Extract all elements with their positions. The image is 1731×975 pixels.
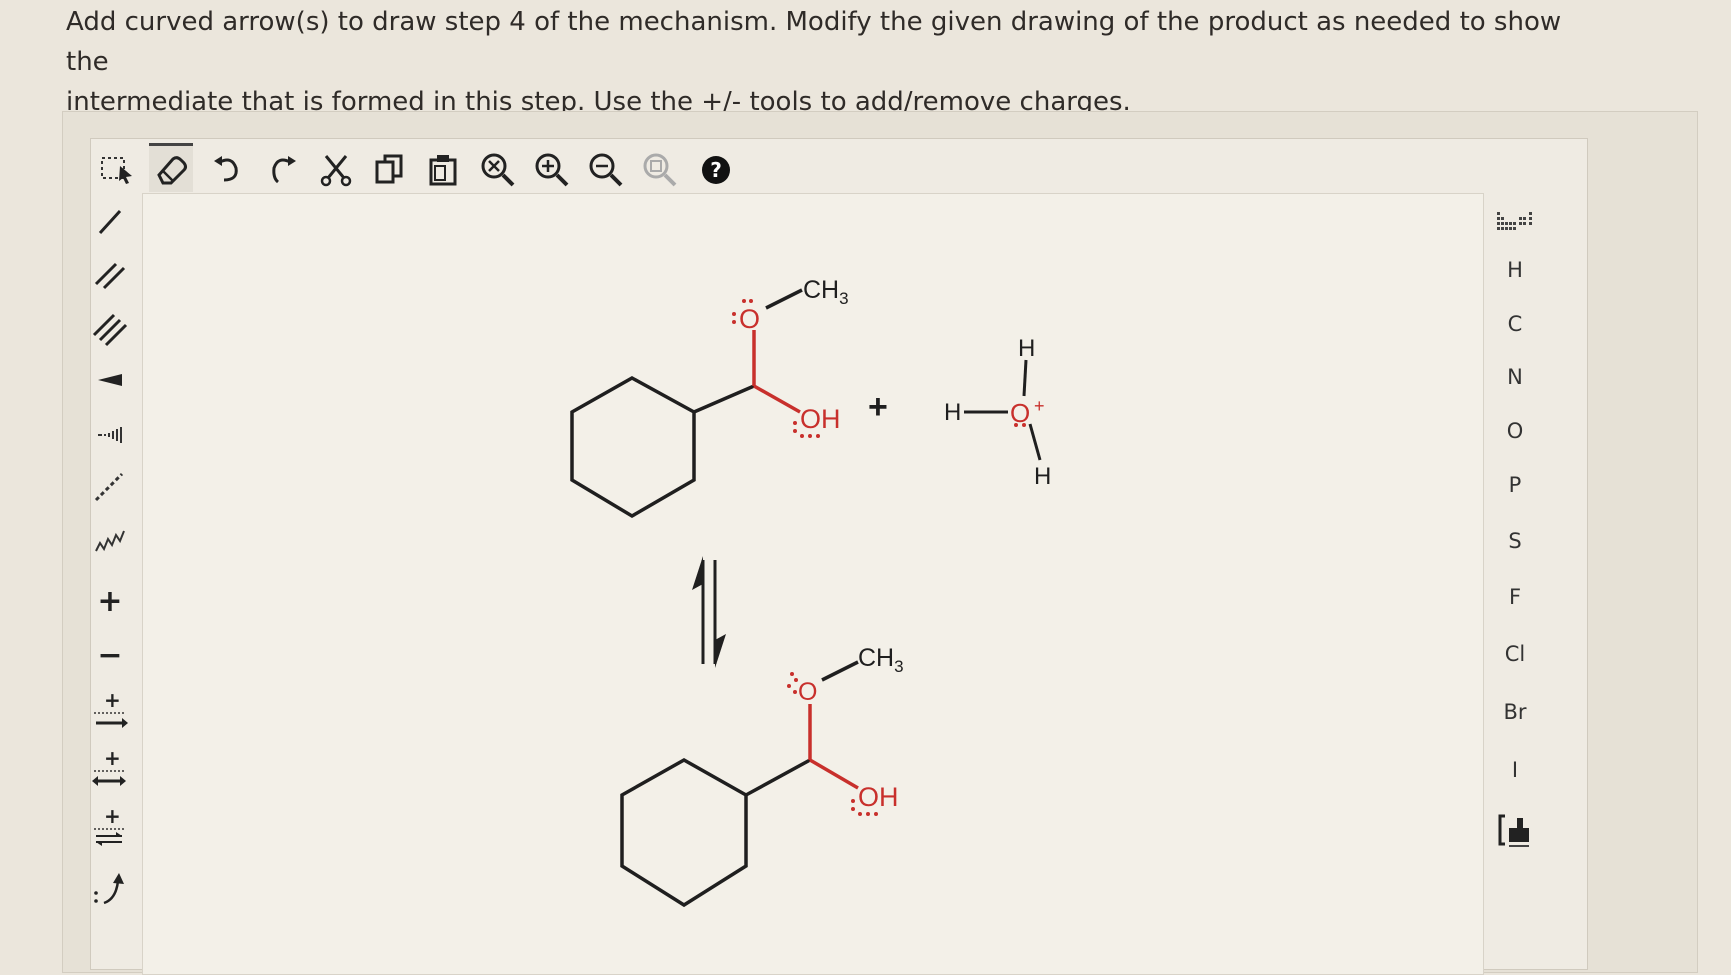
equilibrium-arrow: [692, 556, 726, 668]
template-icon: [1498, 814, 1529, 847]
top-c-oh-bond: [753, 384, 801, 414]
element-p[interactable]: P: [1490, 465, 1540, 505]
hydronium-bottom-bond: [1028, 423, 1042, 461]
element-br[interactable]: Br: [1490, 692, 1540, 732]
element-f[interactable]: F: [1490, 577, 1540, 617]
periodic-table-button[interactable]: [1490, 202, 1540, 242]
top-oh-label: OH: [800, 404, 841, 434]
top-ring-carbon-bond: [693, 384, 755, 414]
reaction-plus-sign: +: [868, 388, 888, 426]
element-n[interactable]: N: [1490, 357, 1540, 397]
bottom-ring-carbon-bond: [745, 758, 811, 797]
mechanism-drawing: O CH3 OH + H H O + H O CH3 OH: [570, 276, 1051, 908]
hydronium-h-bottom: H: [1034, 463, 1051, 490]
bottom-molecule[interactable]: O CH3 OH: [620, 644, 904, 908]
bottom-cyclohexane-ring: [620, 757, 748, 908]
bottom-c-oh-bond: [809, 758, 859, 790]
hydronium-h-left: H: [944, 399, 961, 426]
top-ch3-label: CH3: [803, 276, 849, 308]
top-ether-oxygen: O: [739, 304, 760, 334]
hydronium-charge: +: [1034, 396, 1045, 416]
hydronium-top-bond: [1022, 359, 1028, 397]
element-cl[interactable]: Cl: [1490, 634, 1540, 674]
hydronium-lone-pair-dot: [1014, 423, 1018, 427]
hydronium-ion[interactable]: H H O + H: [944, 335, 1051, 490]
top-molecule[interactable]: O CH3 OH: [570, 276, 849, 519]
hydronium-oxygen: O: [1010, 398, 1030, 428]
bottom-o-ch3-bond: [821, 660, 859, 682]
periodic-table-icon: [1497, 212, 1532, 230]
bottom-ch3-label: CH3: [858, 644, 904, 676]
top-o-ch3-bond: [765, 288, 803, 310]
element-o[interactable]: O: [1490, 411, 1540, 451]
element-h[interactable]: H: [1490, 250, 1540, 290]
bottom-oh-label: OH: [858, 782, 899, 812]
bottom-ether-lone-pairs: [787, 672, 798, 694]
bottom-ether-oxygen: O: [798, 678, 817, 706]
element-s[interactable]: S: [1490, 521, 1540, 561]
hydronium-h-top: H: [1018, 335, 1035, 362]
element-i[interactable]: I: [1490, 750, 1540, 790]
hydronium-lone-pair-dot: [1022, 423, 1026, 427]
template-button[interactable]: [1490, 810, 1540, 850]
element-c[interactable]: C: [1490, 304, 1540, 344]
top-cyclohexane-ring: [570, 375, 696, 519]
